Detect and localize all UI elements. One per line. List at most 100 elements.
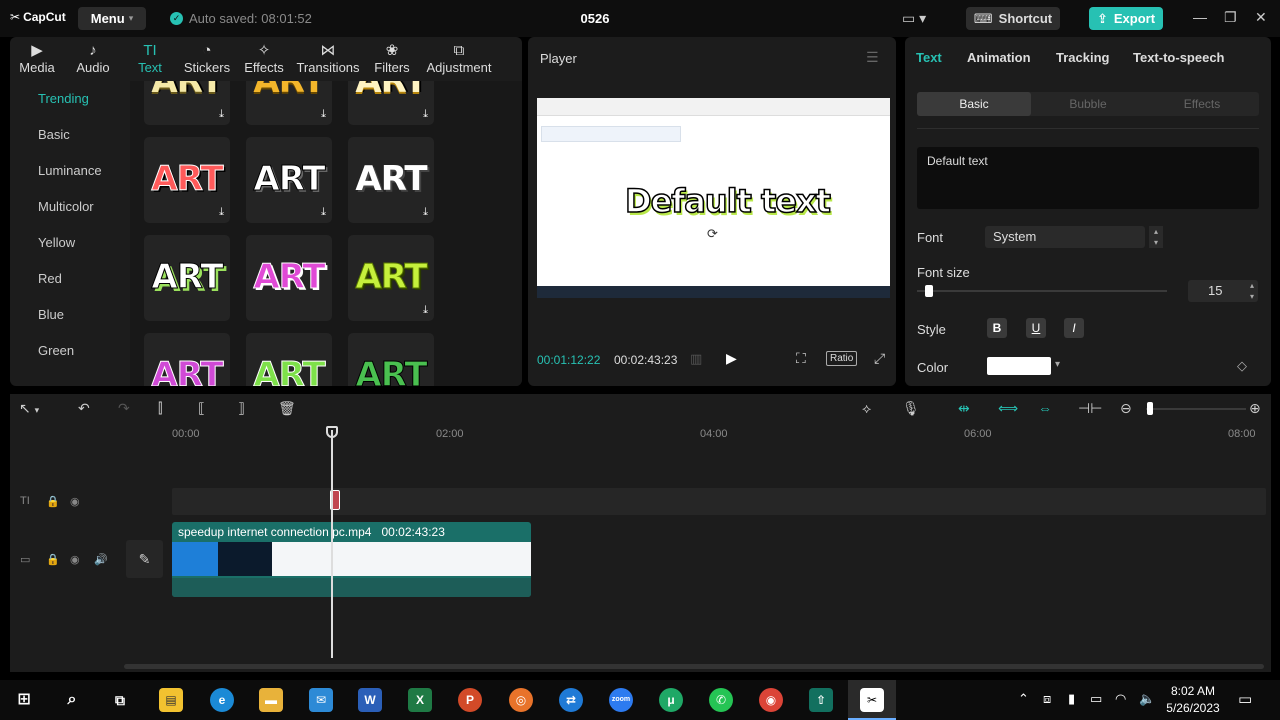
video-preview[interactable]: Default text ⟳ <box>537 98 890 298</box>
playhead[interactable] <box>331 430 333 658</box>
font-select[interactable]: System <box>985 226 1145 248</box>
timeline-scrollbar[interactable] <box>124 664 1264 669</box>
category-multicolor[interactable]: Multicolor <box>10 189 130 225</box>
zoom-in-icon[interactable]: ⊕ <box>1249 400 1261 417</box>
text-template[interactable]: ART ⤓ <box>348 81 434 125</box>
shortcut-button[interactable]: ⌨ Shortcut <box>966 7 1060 30</box>
zoom-handle[interactable] <box>1147 402 1153 415</box>
tab-text-settings[interactable]: Text <box>916 50 942 65</box>
category-blue[interactable]: Blue <box>10 297 130 333</box>
close-icon[interactable]: ✕ <box>1255 9 1267 26</box>
tab-audio[interactable]: ♪ Audio <box>64 37 122 81</box>
download-icon[interactable]: ⤓ <box>321 108 326 121</box>
stepper-icon[interactable]: ▴ ▾ <box>1149 226 1163 248</box>
export-button[interactable]: ⇪ Export <box>1089 7 1163 30</box>
subtab-bubble[interactable]: Bubble <box>1031 92 1145 116</box>
volume-icon[interactable]: 🔈 <box>1139 691 1155 707</box>
restore-icon[interactable]: ❐ <box>1224 9 1237 26</box>
text-template[interactable]: ART ⤓ <box>348 235 434 321</box>
task-view-icon[interactable]: ⧉ <box>108 688 132 712</box>
layout-icon[interactable]: ▭ ▾ <box>902 10 926 27</box>
text-template[interactable]: ART ⤓ <box>246 137 332 223</box>
minimize-icon[interactable]: — <box>1193 9 1207 25</box>
tab-tracking[interactable]: Tracking <box>1056 50 1109 65</box>
category-red[interactable]: Red <box>10 261 130 297</box>
text-overlay[interactable]: Default text <box>624 181 831 221</box>
text-template[interactable]: ART <box>246 235 332 321</box>
italic-button[interactable]: I <box>1064 318 1084 338</box>
select-cursor-icon[interactable]: ↖ ▾ <box>19 400 39 417</box>
zoom-app-icon[interactable]: zoom <box>609 688 633 712</box>
tab-adjustment[interactable]: ⧉ Adjustment <box>420 37 498 81</box>
mail-icon[interactable]: ✉ <box>309 688 333 712</box>
zoom-slider[interactable] <box>1146 408 1246 410</box>
category-yellow[interactable]: Yellow <box>10 225 130 261</box>
download-icon[interactable]: ⤓ <box>423 206 428 219</box>
battery-icon[interactable]: ▭ <box>1090 691 1102 707</box>
category-trending[interactable]: Trending <box>10 81 130 117</box>
ai-effect-icon[interactable]: ⟡ <box>862 400 871 417</box>
eye-icon[interactable]: ◉ <box>70 495 80 508</box>
download-icon[interactable]: ⤓ <box>321 206 326 219</box>
text-template[interactable]: ART <box>144 235 230 321</box>
wifi-icon[interactable]: ◠ <box>1115 691 1126 707</box>
excel-icon[interactable]: X <box>408 688 432 712</box>
subtab-effects[interactable]: Effects <box>1145 92 1259 116</box>
split-right-icon[interactable]: ⟧ <box>238 400 245 417</box>
tab-effects[interactable]: ✧ Effects <box>236 37 292 81</box>
waveform-icon[interactable]: ▥ <box>690 351 702 367</box>
main-track-magnet-icon[interactable]: ⇹ <box>958 400 970 417</box>
tab-animation[interactable]: Animation <box>967 50 1031 65</box>
stepper-icon[interactable]: ▴ ▾ <box>1246 280 1258 302</box>
auto-snap-icon[interactable]: ⟺ <box>998 400 1018 417</box>
chevron-up-icon[interactable]: ⌃ <box>1018 691 1029 707</box>
usb-icon[interactable]: ▮ <box>1068 691 1075 707</box>
keyframe-icon[interactable]: ◇ <box>1237 358 1247 374</box>
word-icon[interactable]: W <box>358 688 382 712</box>
download-icon[interactable]: ⤓ <box>423 108 428 121</box>
text-template[interactable]: ART ⤓ <box>144 81 230 125</box>
project-name[interactable]: 0526 <box>560 11 630 26</box>
subtab-basic[interactable]: Basic <box>917 92 1031 116</box>
file-explorer-icon[interactable]: ▬ <box>259 688 283 712</box>
tab-filters[interactable]: ❀ Filters <box>364 37 420 81</box>
hamburger-icon[interactable]: ☰ <box>866 49 879 66</box>
bold-button[interactable]: B <box>987 318 1007 338</box>
edge-icon[interactable]: e <box>210 688 234 712</box>
linkage-icon[interactable]: ⇔ <box>1038 400 1052 416</box>
fullscreen-crop-icon[interactable]: ⛶ <box>796 350 806 367</box>
zoom-out-icon[interactable]: ⊖ <box>1120 400 1132 417</box>
preview-axis-icon[interactable]: ⊣⊢ <box>1078 400 1102 417</box>
category-green[interactable]: Green <box>10 333 130 369</box>
tab-media[interactable]: ▶ Media <box>10 37 64 81</box>
cover-edit-button[interactable]: ✎ <box>126 540 163 578</box>
ratio-button[interactable]: Ratio <box>826 351 858 366</box>
category-basic[interactable]: Basic <box>10 117 130 153</box>
tab-stickers[interactable]: ◔ Stickers <box>178 37 236 81</box>
lock-icon[interactable]: 🔒 <box>46 495 60 508</box>
text-content-field[interactable]: Default text <box>917 147 1259 209</box>
text-template[interactable]: ART <box>144 333 230 386</box>
text-template[interactable]: ART <box>246 333 332 386</box>
eye-icon[interactable]: ◉ <box>70 553 80 566</box>
text-template[interactable]: ART ⤓ <box>144 137 230 223</box>
video-clip[interactable]: speedup internet connection pc.mp4 00:02… <box>172 522 531 597</box>
underline-button[interactable]: U <box>1026 318 1046 338</box>
font-size-slider[interactable] <box>917 290 1167 292</box>
search-icon[interactable]: ⌕ <box>60 688 84 712</box>
rotate-handle-icon[interactable]: ⟳ <box>707 226 718 242</box>
play-icon[interactable]: ▶ <box>726 350 737 367</box>
text-template[interactable]: ART ⤓ <box>348 137 434 223</box>
download-icon[interactable]: ⤓ <box>423 304 428 317</box>
powerpoint-icon[interactable]: P <box>458 688 482 712</box>
windows-start-icon[interactable]: ⊞ <box>12 688 36 712</box>
download-icon[interactable]: ⤓ <box>219 108 224 121</box>
tab-text[interactable]: TI Text <box>122 37 178 81</box>
store-icon[interactable]: ▤ <box>159 688 183 712</box>
app-icon[interactable]: ⇧ <box>809 688 833 712</box>
microphone-icon[interactable]: 🎙 <box>902 400 920 417</box>
download-icon[interactable]: ⤓ <box>219 206 224 219</box>
tray-app-icon[interactable]: ⧈ <box>1043 691 1051 707</box>
system-clock[interactable]: 8:02 AM 5/26/2023 <box>1160 683 1226 717</box>
category-luminance[interactable]: Luminance <box>10 153 130 189</box>
